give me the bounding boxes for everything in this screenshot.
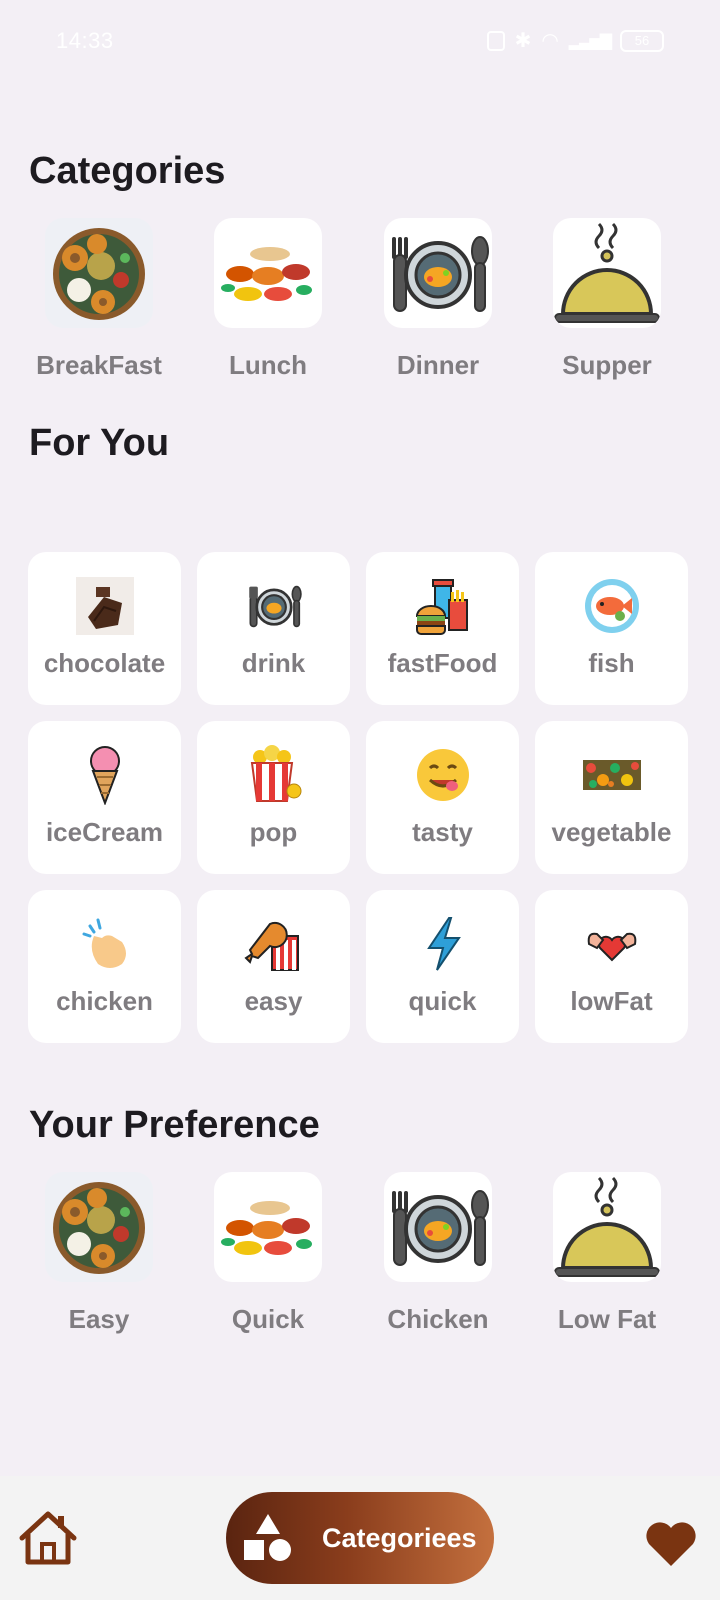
categories-shapes-icon <box>244 1514 291 1561</box>
categories-title: Categories <box>29 150 226 192</box>
tag-label: tasty <box>412 817 473 847</box>
tag-card-fastfood[interactable]: fastFood <box>366 552 519 705</box>
strong-heart-icon <box>582 914 642 974</box>
tag-card-tasty[interactable]: tasty <box>366 721 519 874</box>
category-dinner[interactable]: Dinner <box>363 218 513 381</box>
preference-label: Easy <box>68 1304 130 1334</box>
chicken-leg-icon <box>243 914 304 974</box>
bluetooth-icon: ✱ <box>514 30 532 52</box>
wifi-icon: ◠ <box>541 30 559 52</box>
chocolate-icon <box>75 576 135 636</box>
preference-chicken[interactable]: Chicken <box>363 1172 513 1335</box>
bottom-nav: Categoriees <box>0 1476 720 1600</box>
category-label: Lunch <box>229 350 307 380</box>
battery-icon: 56 <box>620 29 664 52</box>
preference-low-fat[interactable]: Low Fat <box>532 1172 682 1335</box>
category-label: Dinner <box>396 350 480 380</box>
tag-label: pop <box>249 817 298 847</box>
tag-card-easy[interactable]: easy <box>197 890 350 1043</box>
tag-label: fish <box>588 648 635 678</box>
category-breakfast[interactable]: BreakFast <box>24 218 174 381</box>
tag-card-quick[interactable]: quick <box>366 890 519 1043</box>
preference-quick[interactable]: Quick <box>193 1172 343 1335</box>
tag-label: drink <box>241 648 306 678</box>
plate-fork-spoon-icon <box>384 218 492 328</box>
tag-card-vegetable[interactable]: vegetable <box>535 721 688 874</box>
yum-face-icon <box>413 745 473 805</box>
plate-fork-spoon-icon <box>384 1172 492 1282</box>
for-you-grid: chocolate drink fastFood fish iceCream p… <box>28 552 692 1043</box>
fastfood-icon <box>413 576 473 636</box>
battery-level: 56 <box>634 33 650 48</box>
tag-card-lowfat[interactable]: lowFat <box>535 890 688 1043</box>
for-you-title: For You <box>29 422 170 464</box>
lightning-icon <box>413 914 473 974</box>
home-icon[interactable] <box>18 1510 78 1566</box>
preference-label: Quick <box>231 1304 305 1334</box>
snap-hand-icon <box>75 914 135 974</box>
status-icons: ✱ ◠ ▂▃▅▇ 56 <box>486 28 664 53</box>
tag-label: chicken <box>56 986 153 1016</box>
categories-nav-label: Categoriees <box>322 1522 477 1553</box>
tag-card-drink[interactable]: drink <box>197 552 350 705</box>
ice-cream-icon <box>75 745 135 805</box>
tag-label: lowFat <box>570 986 653 1016</box>
tag-card-pop[interactable]: pop <box>197 721 350 874</box>
tag-card-chocolate[interactable]: chocolate <box>28 552 181 705</box>
fish-plate-icon <box>582 576 642 636</box>
vegetables-icon <box>582 745 642 805</box>
popcorn-icon <box>244 745 304 805</box>
preference-label: Chicken <box>387 1304 489 1334</box>
tag-label: fastFood <box>387 648 498 678</box>
category-label: BreakFast <box>36 350 162 380</box>
tag-card-chicken[interactable]: chicken <box>28 890 181 1043</box>
category-lunch[interactable]: Lunch <box>193 218 343 381</box>
tag-label: chocolate <box>43 648 166 678</box>
tag-card-fish[interactable]: fish <box>535 552 688 705</box>
status-time: 14:33 <box>56 28 114 53</box>
categories-nav-button[interactable]: Categoriees <box>226 1492 494 1584</box>
preference-label: Low Fat <box>557 1304 657 1334</box>
category-supper[interactable]: Supper <box>532 218 682 381</box>
plate-fork-spoon-icon <box>244 576 304 636</box>
cloche-icon <box>553 1172 661 1282</box>
lunch-photo <box>214 1172 322 1282</box>
preference-title: Your Preference <box>29 1104 320 1146</box>
tag-label: vegetable <box>551 817 672 847</box>
tag-label: easy <box>244 986 303 1016</box>
tag-card-icecream[interactable]: iceCream <box>28 721 181 874</box>
preference-easy[interactable]: Easy <box>24 1172 174 1335</box>
vibrate-icon <box>486 30 505 51</box>
tag-label: iceCream <box>45 817 164 847</box>
cloche-icon <box>553 218 661 328</box>
heart-icon[interactable] <box>644 1520 698 1568</box>
breakfast-photo <box>45 1172 153 1282</box>
tag-label: quick <box>408 986 477 1016</box>
category-label: Supper <box>562 350 652 380</box>
status-bar: 14:33 ✱ ◠ ▂▃▅▇ 56 <box>0 0 720 84</box>
breakfast-photo <box>45 218 153 328</box>
signal-icon: ▂▃▅▇ <box>568 32 612 50</box>
lunch-photo <box>214 218 322 328</box>
